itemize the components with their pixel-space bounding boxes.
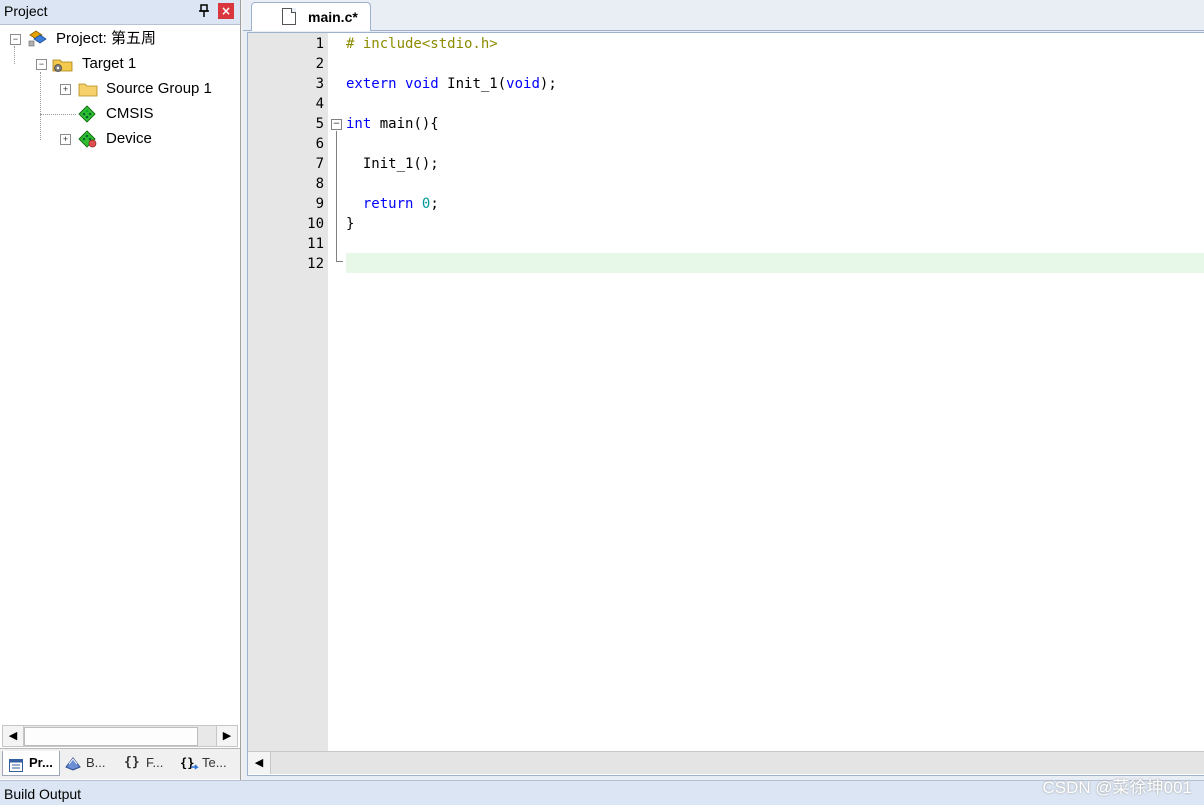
tab-main-c-label: main.c* <box>308 9 358 25</box>
build-output-panel[interactable]: Build Output <box>0 780 1204 805</box>
code-line-10: } <box>346 214 354 234</box>
document-icon <box>282 8 296 25</box>
fold-margin: − <box>328 33 346 751</box>
identifier: main(){ <box>371 116 439 132</box>
tree-label-source-group: Source Group 1 <box>106 80 212 97</box>
collapse-icon[interactable]: − <box>36 59 47 70</box>
target-icon <box>52 55 74 73</box>
tab-project-label: Pr... <box>29 755 53 770</box>
project-panel-tabs: Pr... B... {} F... {} Te... <box>0 748 240 779</box>
build-output-title: Build Output <box>4 786 82 802</box>
project-panel-title: Project <box>4 3 48 19</box>
tab-templates[interactable]: {} Te... <box>176 751 232 775</box>
books-icon <box>64 755 82 771</box>
fold-end-line <box>336 261 343 262</box>
code-editor[interactable]: 1 2 3 4 5 6 7 8 9 10 11 12 − # include<s… <box>247 32 1204 776</box>
collapse-icon[interactable]: − <box>10 34 21 45</box>
keyword: void <box>405 76 439 92</box>
scroll-left-arrow-icon[interactable]: ◀ <box>3 726 24 746</box>
statement: Init_1(); <box>346 156 439 172</box>
line-number-gutter: 1 2 3 4 5 6 7 8 9 10 11 12 <box>248 33 328 751</box>
project-panel-header: Project × <box>0 0 240 25</box>
code-line-5: int main(){ <box>346 114 439 134</box>
current-line-highlight <box>346 253 1204 273</box>
templates-icon: {} <box>180 755 200 771</box>
project-window-icon <box>9 756 23 772</box>
expand-icon[interactable]: + <box>60 134 71 145</box>
tab-project[interactable]: Pr... <box>2 751 60 776</box>
tab-functions[interactable]: {} F... <box>120 751 172 775</box>
line-number: 11 <box>307 236 324 252</box>
project-panel: Project × − Project: 第五周 − Target 1 + So… <box>0 0 241 780</box>
fold-line <box>336 131 337 261</box>
keyword: return <box>362 196 414 212</box>
tree-label-cmsis: CMSIS <box>106 105 154 122</box>
tab-books-label: B... <box>86 755 106 770</box>
tree-connector <box>40 72 41 140</box>
line-number: 4 <box>315 96 324 112</box>
tree-label-device: Device <box>106 130 152 147</box>
line-number: 9 <box>315 196 324 212</box>
code-line-3: extern void Init_1(void); <box>346 74 557 94</box>
component-icon <box>78 105 96 123</box>
editor-tab-strip: main.c* <box>243 0 1204 31</box>
line-number: 8 <box>315 176 324 192</box>
punctuation: ); <box>539 76 557 92</box>
tab-books[interactable]: B... <box>62 751 116 775</box>
punctuation: ; <box>430 196 439 212</box>
punctuation: } <box>346 216 355 232</box>
keyword: void <box>506 76 540 92</box>
line-number: 12 <box>307 256 324 272</box>
line-number: 10 <box>307 216 324 232</box>
code-line-9: return 0; <box>346 194 439 214</box>
tab-functions-label: F... <box>146 755 164 770</box>
tab-main-c[interactable]: main.c* <box>251 2 371 31</box>
line-number: 7 <box>315 156 324 172</box>
keyword: extern <box>346 76 397 92</box>
braces-icon: {} <box>124 755 140 770</box>
line-number: 1 <box>315 36 324 52</box>
keyword: int <box>346 116 372 132</box>
line-number: 6 <box>315 136 324 152</box>
tree-connector <box>40 114 76 115</box>
line-number: 5 <box>315 116 324 132</box>
code-text-area[interactable]: # include<stdio.h> extern void Init_1(vo… <box>346 33 1204 751</box>
tab-templates-label: Te... <box>202 755 227 770</box>
project-icon <box>26 29 48 49</box>
svg-text:{}: {} <box>180 756 194 770</box>
device-component-icon <box>78 130 98 148</box>
tree-label-target: Target 1 <box>82 55 137 72</box>
preprocessor-directive: # include<stdio.h> <box>346 36 498 52</box>
editor-horizontal-scrollbar[interactable]: ◀ <box>248 751 1204 774</box>
scroll-right-arrow-icon[interactable]: ▶ <box>216 726 237 746</box>
fold-collapse-icon[interactable]: − <box>331 119 342 130</box>
pin-icon[interactable] <box>197 3 211 19</box>
watermark: CSDN @菜徐坤001 <box>1042 778 1192 797</box>
scroll-left-arrow-icon[interactable]: ◀ <box>248 752 271 774</box>
project-panel-horizontal-scrollbar[interactable]: ◀ ▶ <box>2 725 238 747</box>
folder-icon <box>78 81 98 97</box>
editor-area: main.c* 1 2 3 4 5 6 7 8 9 10 11 12 − # i… <box>243 0 1204 780</box>
close-panel-icon[interactable]: × <box>218 3 234 19</box>
line-number: 2 <box>315 56 324 72</box>
scrollbar-thumb[interactable] <box>24 727 198 746</box>
line-number: 3 <box>315 76 324 92</box>
tree-connector <box>14 46 15 64</box>
code-line-1: # include<stdio.h> <box>346 34 498 54</box>
code-line-7: Init_1(); <box>346 154 439 174</box>
tree-label-project: Project: 第五周 <box>56 30 157 47</box>
expand-icon[interactable]: + <box>60 84 71 95</box>
identifier: Init_1( <box>438 76 507 92</box>
